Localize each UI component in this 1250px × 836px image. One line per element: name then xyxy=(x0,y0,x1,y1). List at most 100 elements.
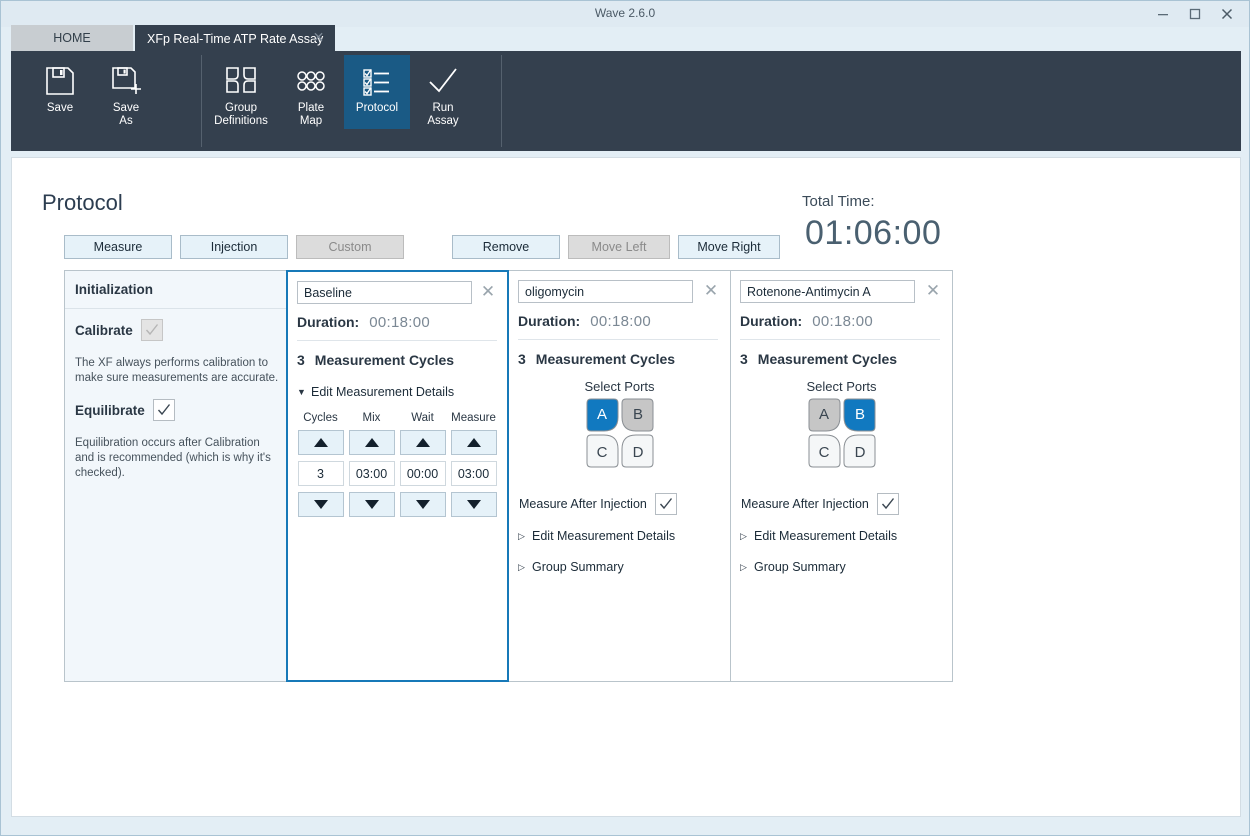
edit-measurement-details-toggle-oligomycin[interactable]: ▷ Edit Measurement Details xyxy=(518,529,675,543)
group-summary-label-rotenone-antimycin-a: Group Summary xyxy=(754,560,846,574)
group-close-icon-rotenone-antimycin-a[interactable]: ✕ xyxy=(923,281,943,301)
group-close-icon-oligomycin[interactable]: ✕ xyxy=(701,281,721,301)
minimize-button[interactable] xyxy=(1147,2,1179,26)
close-button[interactable] xyxy=(1211,2,1243,26)
tab-xfp-atp-rate-assay[interactable]: XFp Real-Time ATP Rate Assay ✕ xyxy=(135,25,335,52)
tab-close-icon[interactable]: ✕ xyxy=(312,31,325,44)
protocol-button[interactable]: Protocol xyxy=(344,55,410,129)
run-assay-icon xyxy=(425,61,461,101)
group-panel-oligomycin[interactable]: oligomycin ✕ Duration:00:18:00 3Measurem… xyxy=(508,270,731,682)
measure-value-input[interactable]: 03:00 xyxy=(451,461,497,486)
title-bar: Wave 2.6.0 xyxy=(1,1,1249,27)
group-name-input-oligomycin[interactable]: oligomycin xyxy=(518,280,693,303)
group-cycles-label-baseline: Measurement Cycles xyxy=(315,352,454,368)
plate-map-button[interactable]: Plate Map xyxy=(278,55,344,129)
measure-after-injection-label-rotenone-antimycin-a: Measure After Injection xyxy=(741,497,869,511)
svg-text:B: B xyxy=(854,406,864,423)
svg-text:B: B xyxy=(632,406,642,423)
calibrate-note: The XF always performs calibration to ma… xyxy=(75,356,280,386)
select-ports-label-rotenone-antimycin-a: Select Ports xyxy=(731,379,952,394)
svg-text:A: A xyxy=(818,406,828,423)
group-duration-value-oligomycin: 00:18:00 xyxy=(590,313,651,330)
edit-measurement-details-toggle-rotenone-antimycin-a[interactable]: ▷ Edit Measurement Details xyxy=(740,529,897,543)
run-assay-button[interactable]: Run Assay xyxy=(410,55,476,129)
wait-decrement-button[interactable] xyxy=(400,492,446,517)
mix-decrement-button[interactable] xyxy=(349,492,395,517)
port-d-oligomycin: D xyxy=(622,435,653,467)
equilibrate-checkbox[interactable] xyxy=(153,399,175,421)
measurement-details-grid: Cycles Mix Wait Measure 3 03:00 xyxy=(295,412,499,517)
group-panel-baseline[interactable]: Baseline ✕ Duration:00:18:00 3Measuremen… xyxy=(286,270,509,682)
remove-button[interactable]: Remove xyxy=(452,235,560,259)
group-definitions-button[interactable]: Group Definitions xyxy=(204,55,278,129)
port-a-rotenone-antimycin-a: A xyxy=(809,399,840,431)
main-content: Protocol Total Time: 01:06:00 Measure In… xyxy=(11,157,1241,817)
save-as-button[interactable]: Save As xyxy=(93,55,159,129)
group-name-input-baseline[interactable]: Baseline xyxy=(297,281,472,304)
total-time-value: 01:06:00 xyxy=(805,214,941,253)
edit-measurement-details-toggle-baseline[interactable]: ▼ Edit Measurement Details xyxy=(297,385,454,399)
save-as-button-label-line1: Save xyxy=(113,102,139,115)
maximize-button[interactable] xyxy=(1179,2,1211,26)
measure-increment-button[interactable] xyxy=(451,430,497,455)
ribbon: Save Save As xyxy=(11,51,1241,151)
group-cycles-rotenone-antimycin-a: 3Measurement Cycles xyxy=(740,351,897,367)
port-selector-rotenone-antimycin-a[interactable]: A B C D xyxy=(806,397,878,469)
protocol-icon xyxy=(359,61,395,101)
group-duration-rotenone-antimycin-a: Duration:00:18:00 xyxy=(740,313,873,330)
port-selector-oligomycin[interactable]: A B C D xyxy=(584,397,656,469)
cycles-increment-button[interactable] xyxy=(298,430,344,455)
cycles-decrement-button[interactable] xyxy=(298,492,344,517)
group-cycles-count-baseline: 3 xyxy=(297,352,305,368)
mix-increment-button[interactable] xyxy=(349,430,395,455)
group-close-icon-baseline[interactable]: ✕ xyxy=(478,282,498,302)
ribbon-group-container: Save Save As xyxy=(11,51,491,129)
port-a-oligomycin: A xyxy=(587,399,618,431)
column-header-mix: Mix xyxy=(346,412,397,424)
group-duration-label-oligomycin: Duration: xyxy=(518,313,580,329)
protocol-toolbar: Measure Injection Custom Remove Move Lef… xyxy=(64,235,788,259)
group-duration-value-baseline: 00:18:00 xyxy=(369,314,430,331)
port-c-rotenone-antimycin-a: C xyxy=(809,435,840,467)
svg-text:D: D xyxy=(854,444,865,461)
group-panel-rotenone-antimycin-a[interactable]: Rotenone-Antimycin A ✕ Duration:00:18:00… xyxy=(730,270,953,682)
port-d-rotenone-antimycin-a: D xyxy=(844,435,875,467)
measure-after-injection-checkbox-oligomycin[interactable] xyxy=(655,493,677,515)
equilibrate-label: Equilibrate xyxy=(75,403,145,418)
wait-value-input[interactable]: 00:00 xyxy=(400,461,446,486)
measure-button[interactable]: Measure xyxy=(64,235,172,259)
svg-text:C: C xyxy=(596,444,607,461)
save-as-button-label-line2: As xyxy=(113,115,139,128)
cycles-value-input[interactable]: 3 xyxy=(298,461,344,486)
wait-increment-button[interactable] xyxy=(400,430,446,455)
tab-home[interactable]: HOME xyxy=(11,25,133,51)
equilibrate-row: Equilibrate xyxy=(75,399,175,421)
initialization-panel: Initialization Calibrate The XF always p… xyxy=(64,270,287,682)
ribbon-group-assay-navigation: Group Definitions Plate xyxy=(191,51,491,129)
save-as-icon xyxy=(109,61,143,101)
move-right-button[interactable]: Move Right xyxy=(678,235,780,259)
group-name-input-rotenone-antimycin-a[interactable]: Rotenone-Antimycin A xyxy=(740,280,915,303)
tab-strip: HOME XFp Real-Time ATP Rate Assay ✕ xyxy=(1,25,1249,51)
mix-value-input[interactable]: 03:00 xyxy=(349,461,395,486)
port-b-rotenone-antimycin-a: B xyxy=(844,399,875,431)
group-summary-toggle-oligomycin[interactable]: ▷ Group Summary xyxy=(518,560,624,574)
group-duration-oligomycin: Duration: 00:18:00 xyxy=(518,313,651,330)
measurement-details-headers: Cycles Mix Wait Measure xyxy=(295,412,499,424)
select-ports-label-oligomycin: Select Ports xyxy=(509,379,730,394)
window-controls xyxy=(1147,1,1243,27)
application-window: Wave 2.6.0 HOME XFp Real-Time ATP Rate A… xyxy=(0,0,1250,836)
measure-after-injection-checkbox-rotenone-antimycin-a[interactable] xyxy=(877,493,899,515)
group-summary-toggle-rotenone-antimycin-a[interactable]: ▷ Group Summary xyxy=(740,560,846,574)
group-divider-rotenone-antimycin-a xyxy=(740,339,940,340)
total-time-label: Total Time: xyxy=(802,193,875,210)
measure-decrement-button[interactable] xyxy=(451,492,497,517)
save-button[interactable]: Save xyxy=(27,55,93,129)
injection-button[interactable]: Injection xyxy=(180,235,288,259)
column-header-cycles: Cycles xyxy=(295,412,346,424)
group-duration-label-rotenone-antimycin-a: Duration: xyxy=(740,313,802,329)
group-divider-oligomycin xyxy=(518,339,718,340)
triangle-right-icon: ▷ xyxy=(740,562,754,573)
svg-text:A: A xyxy=(596,406,606,423)
group-cycles-count-oligomycin: 3 xyxy=(518,351,526,367)
